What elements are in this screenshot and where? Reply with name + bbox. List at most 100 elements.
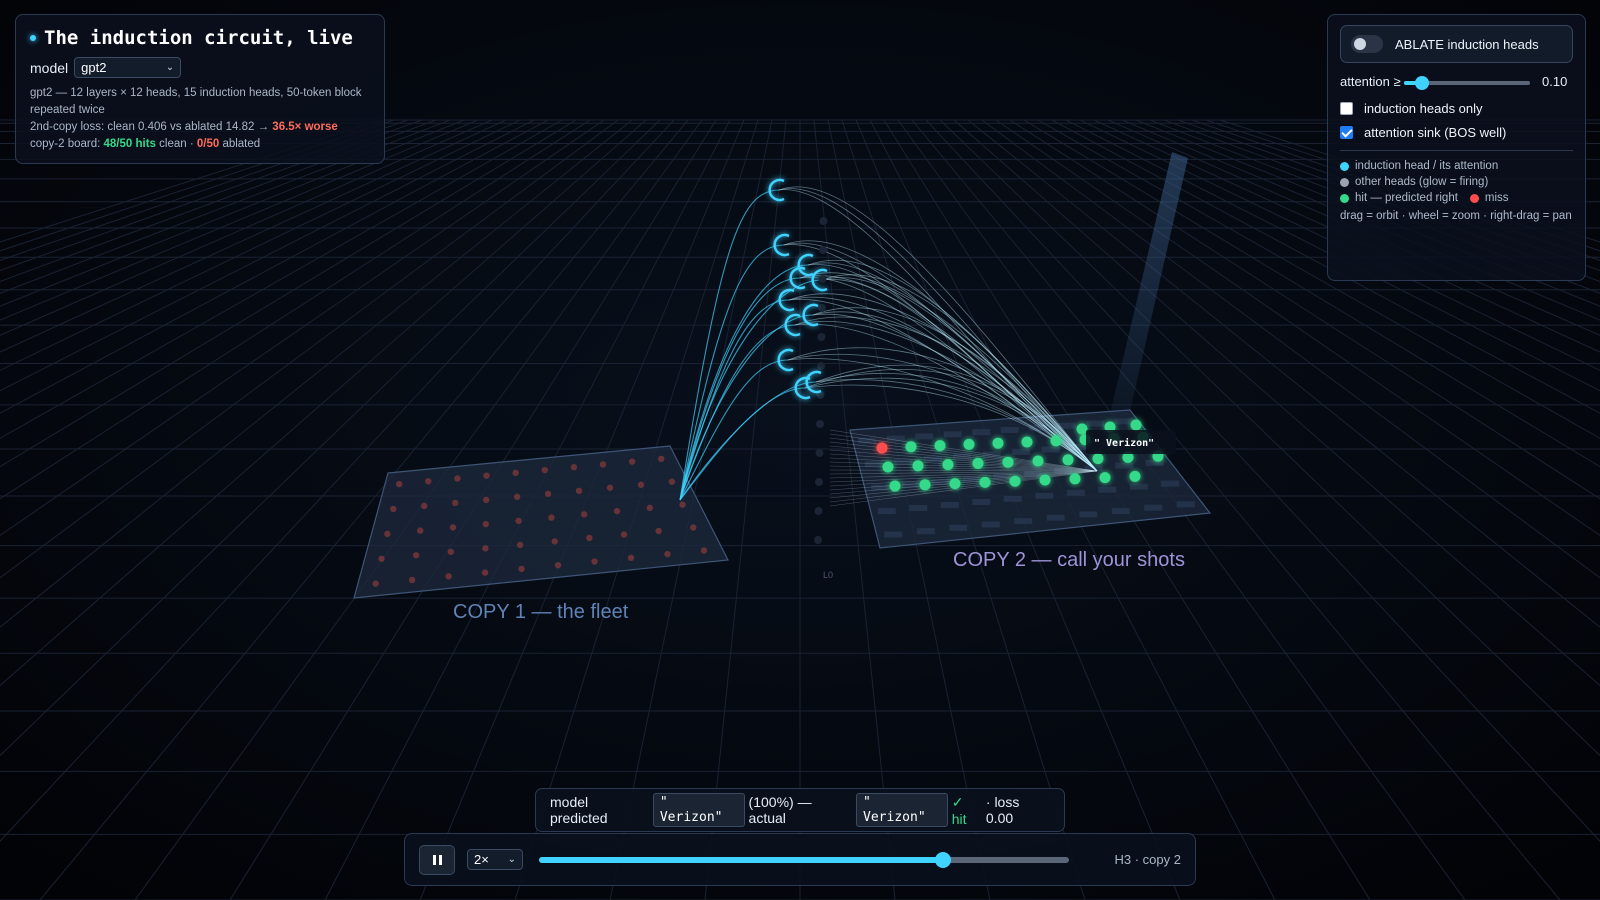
- token-cell: [1046, 514, 1065, 521]
- hit-dot: [1039, 474, 1051, 486]
- model-select[interactable]: gpt2 ⌄: [74, 57, 182, 78]
- legend-label: induction head / its attention: [1355, 160, 1499, 172]
- hit-dot: [882, 461, 894, 473]
- token-cell: [599, 461, 607, 468]
- svg-text:" Verizon": " Verizon": [1094, 437, 1154, 449]
- token-cell: [664, 550, 671, 558]
- hit-dot: [1009, 475, 1021, 487]
- token-cell: [877, 508, 896, 515]
- token-cell: [1066, 489, 1085, 496]
- pause-button[interactable]: [419, 844, 455, 875]
- layer-node: [815, 449, 824, 457]
- token-cell: [627, 554, 635, 562]
- prediction-prefix: model predicted: [550, 794, 608, 826]
- token-cell: [1079, 511, 1098, 518]
- hit-dot: [1050, 435, 1062, 447]
- token-cell: [1035, 492, 1054, 499]
- loss-summary: 2nd-copy loss: clean 0.406 vs ablated 14…: [30, 119, 370, 136]
- hit-dot: [1069, 473, 1081, 485]
- token-cell: [1176, 501, 1195, 508]
- layer-node: [814, 507, 823, 515]
- model-select-value: gpt2: [81, 60, 107, 75]
- control-panel: ABLATE induction heads attention ≥ 0.10 …: [1327, 14, 1586, 281]
- loss-ratio: 36.5× worse: [272, 121, 338, 133]
- info-panel: The induction circuit, live model gpt2 ⌄…: [15, 14, 385, 164]
- token-cell: [518, 565, 525, 573]
- token-cell: [1014, 518, 1033, 525]
- token-cell: [454, 475, 461, 482]
- token-cell: [915, 433, 934, 440]
- token-cell: [606, 484, 614, 491]
- hit-dot: [992, 437, 1004, 449]
- token-cell: [1161, 480, 1180, 487]
- slider-thumb[interactable]: [1415, 76, 1430, 90]
- token-cell: [655, 527, 662, 535]
- token-cell: [1098, 486, 1117, 493]
- hit-dot: [1099, 472, 1111, 484]
- step-label: H3 · copy 2: [1114, 852, 1181, 867]
- attention-label: attention ≥: [1340, 74, 1401, 89]
- board-ablated-hits: 0/50: [196, 138, 220, 150]
- token-cell: [1000, 426, 1019, 433]
- token-cell: [481, 569, 489, 576]
- model-summary: gpt2 — 12 layers × 12 heads, 15 inductio…: [30, 87, 362, 116]
- token-cell: [1144, 504, 1163, 511]
- prediction-loss: · loss 0.00: [985, 794, 1020, 826]
- divider: [1340, 150, 1573, 151]
- token-cell: [981, 521, 1000, 528]
- cyan-dot-icon: [1340, 161, 1349, 171]
- token-cell: [482, 520, 489, 528]
- token-cell: [417, 527, 424, 534]
- induction-only-checkbox[interactable]: [1340, 102, 1353, 115]
- token-cell: [447, 548, 454, 556]
- pause-icon: [432, 854, 436, 865]
- layer-node: [817, 362, 825, 370]
- induction-only-row[interactable]: induction heads only: [1340, 101, 1573, 116]
- panel-title: The induction circuit, live: [30, 27, 370, 49]
- hit-dot: [979, 476, 991, 488]
- hit-dot: [1032, 455, 1044, 467]
- token-cell: [483, 472, 490, 479]
- hit-dot: [963, 438, 975, 450]
- hit-dot: [1062, 454, 1074, 466]
- token-cell: [916, 528, 935, 535]
- token-cell: [1012, 448, 1031, 455]
- token-cell: [412, 552, 420, 559]
- hit-dot: [934, 440, 946, 452]
- board-summary: copy-2 board: 48/50 hits clean · 0/50 ab…: [30, 136, 370, 153]
- hit-dot: [1021, 436, 1033, 448]
- chevron-down-icon: ⌄: [165, 62, 175, 73]
- legend-other-heads: other heads (glow = firing): [1340, 176, 1573, 188]
- token-cell: [570, 464, 578, 471]
- timeline-fill: [539, 856, 943, 863]
- speed-select[interactable]: 2× ⌄: [467, 849, 523, 870]
- token-cell: [482, 545, 489, 552]
- model-row: model gpt2 ⌄: [30, 57, 370, 78]
- hit-dot: [1129, 470, 1141, 482]
- board-prefix: copy-2 board:: [30, 138, 104, 150]
- ablate-switch[interactable]: [1351, 35, 1383, 53]
- switch-knob: [1354, 38, 1366, 50]
- attention-sink-row[interactable]: attention sink (BOS well): [1340, 125, 1573, 140]
- token-callout: " Verizon": [1086, 430, 1176, 454]
- token-cell: [972, 498, 991, 505]
- chevron-down-icon: ⌄: [507, 854, 516, 865]
- token-cell: [551, 538, 558, 545]
- hit-dot: [1002, 456, 1014, 468]
- attention-sink-checkbox[interactable]: [1340, 126, 1353, 139]
- page-title: The induction circuit, live: [44, 27, 353, 49]
- token-cell: [1111, 508, 1130, 515]
- ablate-toggle-button[interactable]: ABLATE induction heads: [1340, 25, 1573, 63]
- timeline-thumb[interactable]: [934, 851, 951, 868]
- attention-value: 0.10: [1542, 74, 1568, 89]
- token-cell: [637, 481, 645, 488]
- red-dot-icon: [1469, 193, 1479, 203]
- gray-dot-icon: [1340, 177, 1349, 187]
- attention-threshold-slider[interactable]: [1404, 74, 1530, 92]
- layer-label: L0: [823, 570, 833, 580]
- token-cell: [482, 496, 490, 504]
- legend-label: miss: [1484, 192, 1509, 204]
- token-cell: [425, 478, 432, 485]
- speed-value: 2×: [474, 852, 489, 867]
- timeline-scrubber[interactable]: [539, 851, 1069, 869]
